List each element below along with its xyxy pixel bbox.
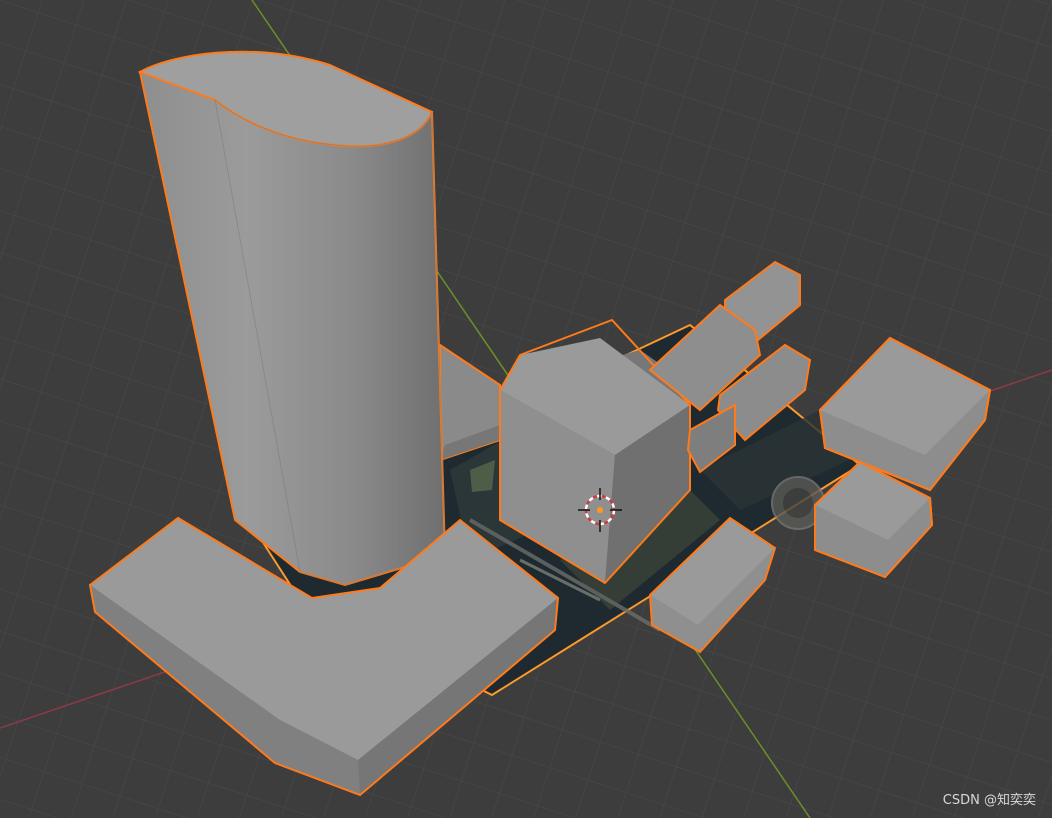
watermark-text: CSDN @知奕奕 <box>942 793 1036 808</box>
viewport-scene[interactable] <box>0 0 1052 818</box>
3d-viewport[interactable]: CSDN @知奕奕 <box>0 0 1052 818</box>
